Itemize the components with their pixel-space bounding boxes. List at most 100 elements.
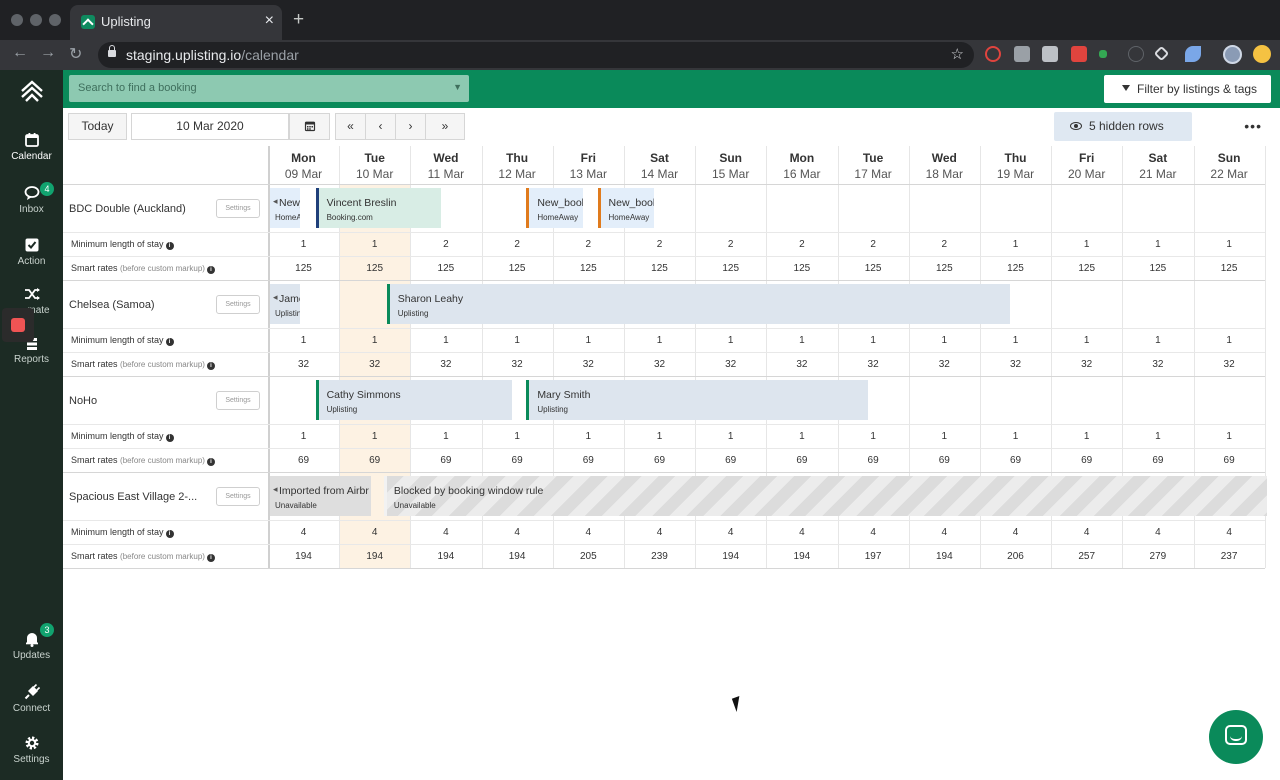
smart-rate-cell[interactable]: 194 xyxy=(695,551,766,562)
smart-rate-cell[interactable]: 69 xyxy=(339,455,410,466)
smart-rate-cell[interactable]: 125 xyxy=(1051,263,1122,274)
hidden-rows-button[interactable]: 5 hidden rows xyxy=(1054,112,1192,141)
listing-settings-button[interactable]: Settings xyxy=(216,391,260,410)
uplisting-logo-icon[interactable] xyxy=(20,80,44,102)
smart-rate-cell[interactable]: 32 xyxy=(980,359,1051,370)
nav-prev-button[interactable]: ‹ xyxy=(365,113,396,140)
info-icon[interactable]: i xyxy=(165,530,174,538)
smart-rate-cell[interactable]: 32 xyxy=(838,359,909,370)
min-stay-cell[interactable]: 1 xyxy=(909,431,980,442)
nav-calendar[interactable]: Calendar xyxy=(0,132,63,162)
extension-menu-icon[interactable] xyxy=(1253,45,1271,63)
reload-icon[interactable]: ↻ xyxy=(69,44,82,64)
filter-listings-button[interactable]: Filter by listings & tags xyxy=(1104,75,1271,103)
smart-rate-cell[interactable]: 69 xyxy=(624,455,695,466)
min-stay-cell[interactable]: 1 xyxy=(1194,335,1265,346)
nav-last-button[interactable]: » xyxy=(425,113,465,140)
min-stay-cell[interactable]: 1 xyxy=(1194,431,1265,442)
tab-close-icon[interactable]: × xyxy=(265,12,274,30)
smart-rate-cell[interactable]: 69 xyxy=(410,455,481,466)
smart-rate-cell[interactable]: 125 xyxy=(410,263,481,274)
extension-badge-icon[interactable] xyxy=(1042,46,1058,62)
min-stay-cell[interactable]: 4 xyxy=(838,527,909,538)
smart-rate-cell[interactable]: 125 xyxy=(909,263,980,274)
min-stay-cell[interactable]: 2 xyxy=(482,239,553,250)
screen-record-button[interactable] xyxy=(2,308,34,342)
window-minimize-dot[interactable] xyxy=(30,14,42,26)
smart-rate-cell[interactable]: 32 xyxy=(268,359,339,370)
smart-rate-cell[interactable]: 205 xyxy=(553,551,624,562)
nav-updates[interactable]: Updates xyxy=(0,631,63,661)
smart-rate-cell[interactable]: 237 xyxy=(1194,551,1265,562)
listing-settings-button[interactable]: Settings xyxy=(216,487,260,506)
info-icon[interactable]: i xyxy=(206,554,215,562)
smart-rate-cell[interactable]: 206 xyxy=(980,551,1051,562)
min-stay-cell[interactable]: 2 xyxy=(553,239,624,250)
min-stay-cell[interactable]: 1 xyxy=(268,335,339,346)
min-stay-cell[interactable]: 1 xyxy=(1194,239,1265,250)
smart-rate-cell[interactable]: 194 xyxy=(410,551,481,562)
smart-rate-cell[interactable]: 69 xyxy=(1194,455,1265,466)
support-chat-button[interactable] xyxy=(1209,710,1263,764)
min-stay-cell[interactable]: 4 xyxy=(624,527,695,538)
extension-rocket-icon[interactable] xyxy=(1185,46,1201,62)
smart-rate-cell[interactable]: 194 xyxy=(909,551,980,562)
min-stay-cell[interactable]: 1 xyxy=(1122,431,1193,442)
min-stay-cell[interactable]: 1 xyxy=(268,239,339,250)
info-icon[interactable]: i xyxy=(206,266,215,274)
extension-briefcase-icon[interactable] xyxy=(1014,46,1030,62)
date-picker-button[interactable] xyxy=(289,113,330,140)
smart-rate-cell[interactable]: 257 xyxy=(1051,551,1122,562)
smart-rate-cell[interactable]: 32 xyxy=(553,359,624,370)
extension-info-icon[interactable] xyxy=(1128,46,1144,62)
min-stay-cell[interactable]: 1 xyxy=(766,335,837,346)
booking-bar[interactable]: New_bool HomeAway xyxy=(597,188,655,228)
min-stay-cell[interactable]: 1 xyxy=(1051,335,1122,346)
min-stay-cell[interactable]: 1 xyxy=(1051,431,1122,442)
smart-rate-cell[interactable]: 125 xyxy=(553,263,624,274)
min-stay-cell[interactable]: 1 xyxy=(695,335,766,346)
smart-rate-cell[interactable]: 239 xyxy=(624,551,695,562)
min-stay-cell[interactable]: 4 xyxy=(410,527,481,538)
nav-first-button[interactable]: « xyxy=(335,113,366,140)
min-stay-cell[interactable]: 2 xyxy=(838,239,909,250)
smart-rate-cell[interactable]: 32 xyxy=(482,359,553,370)
profile-avatar[interactable] xyxy=(1223,45,1242,64)
min-stay-cell[interactable]: 1 xyxy=(1051,239,1122,250)
window-zoom-dot[interactable] xyxy=(49,14,61,26)
smart-rate-cell[interactable]: 197 xyxy=(838,551,909,562)
smart-rate-cell[interactable]: 69 xyxy=(695,455,766,466)
date-input[interactable]: 10 Mar 2020 xyxy=(131,113,289,140)
min-stay-cell[interactable]: 1 xyxy=(980,335,1051,346)
booking-bar[interactable]: ◂New_ HomeA xyxy=(270,188,300,228)
smart-rate-cell[interactable]: 69 xyxy=(553,455,624,466)
booking-bar[interactable]: Sharon Leahy Uplisting xyxy=(386,284,1011,324)
smart-rate-cell[interactable]: 32 xyxy=(624,359,695,370)
bookmark-star-icon[interactable]: ☆ xyxy=(951,45,964,63)
min-stay-cell[interactable]: 1 xyxy=(980,431,1051,442)
smart-rate-cell[interactable]: 194 xyxy=(268,551,339,562)
min-stay-cell[interactable]: 1 xyxy=(553,335,624,346)
min-stay-cell[interactable]: 1 xyxy=(838,431,909,442)
min-stay-cell[interactable]: 1 xyxy=(1122,335,1193,346)
smart-rate-cell[interactable]: 32 xyxy=(1194,359,1265,370)
info-icon[interactable]: i xyxy=(165,338,174,346)
nav-next-button[interactable]: › xyxy=(395,113,426,140)
booking-bar[interactable]: Mary Smith Uplisting xyxy=(526,380,869,420)
min-stay-cell[interactable]: 4 xyxy=(695,527,766,538)
min-stay-cell[interactable]: 4 xyxy=(339,527,410,538)
smart-rate-cell[interactable]: 125 xyxy=(695,263,766,274)
booking-bar[interactable]: Cathy Simmons Uplisting xyxy=(315,380,513,420)
booking-bar[interactable]: ◂ Imported from Airbr Unavailable xyxy=(270,476,372,516)
booking-bar[interactable]: New_bool HomeAway xyxy=(526,188,584,228)
min-stay-cell[interactable]: 4 xyxy=(909,527,980,538)
min-stay-cell[interactable]: 1 xyxy=(339,431,410,442)
min-stay-cell[interactable]: 1 xyxy=(339,239,410,250)
info-icon[interactable]: i xyxy=(206,458,215,466)
booking-search-input[interactable]: Search to find a booking ▼ xyxy=(69,75,469,102)
min-stay-cell[interactable]: 1 xyxy=(766,431,837,442)
extension-ring-icon[interactable] xyxy=(985,46,1001,62)
listing-settings-button[interactable]: Settings xyxy=(216,295,260,314)
min-stay-cell[interactable]: 1 xyxy=(553,431,624,442)
new-tab-icon[interactable]: + xyxy=(293,10,304,30)
